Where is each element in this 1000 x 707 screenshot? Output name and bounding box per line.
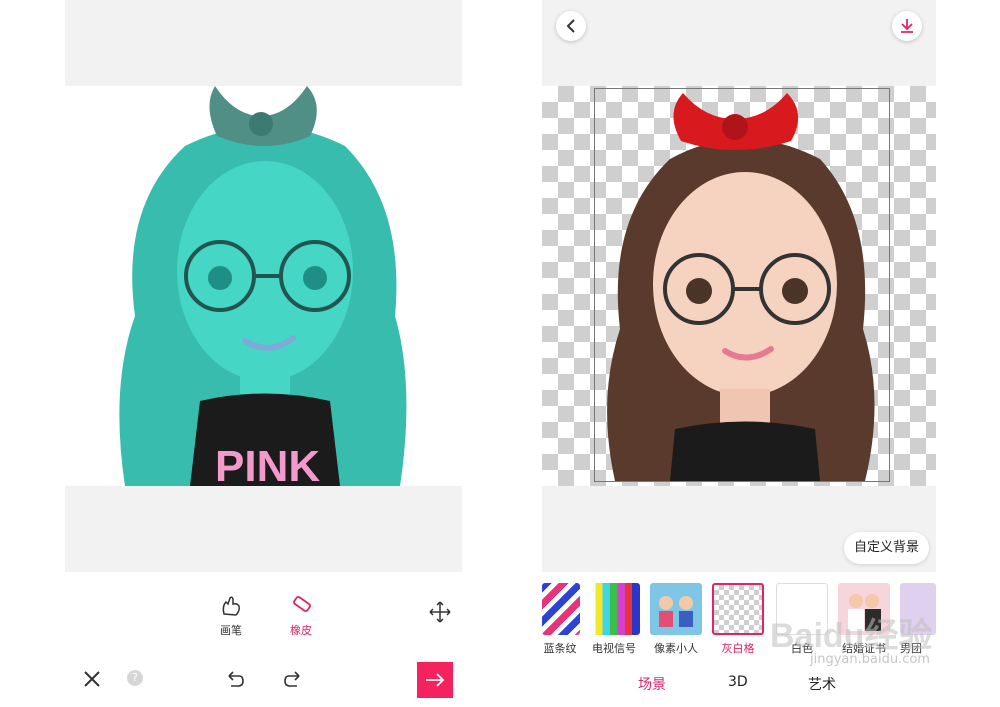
brush-tool-label: 画笔 <box>220 624 242 637</box>
bg-thumb-tv-signal[interactable] <box>588 583 640 635</box>
watermark-url: jingyan.baidu.com <box>810 652 930 667</box>
redo-button[interactable] <box>283 668 305 694</box>
bg-thumb-pixel-people[interactable] <box>650 583 702 635</box>
next-step-button[interactable] <box>417 662 453 698</box>
eraser-tool-label: 橡皮 <box>290 624 312 637</box>
tab-art[interactable]: 艺术 <box>808 674 836 694</box>
back-icon <box>566 19 575 33</box>
canvas-top-margin <box>542 0 936 86</box>
avatar-silhouette-image: PINK <box>119 86 407 491</box>
bg-label-pixel-people: 像素小人 <box>654 642 698 655</box>
watermark-brand: Baidu经验 <box>770 617 933 655</box>
eraser-editor-panel: PINK 画笔 橡皮 ? <box>65 0 462 707</box>
next-arrow-icon <box>426 673 445 687</box>
undo-button[interactable] <box>223 668 245 694</box>
eraser-icon <box>293 596 311 612</box>
svg-text:PINK: PINK <box>215 442 320 486</box>
eraser-tool-button[interactable]: 橡皮 <box>283 594 319 638</box>
tab-3d[interactable]: 3D <box>728 674 748 690</box>
canvas-bottom-margin <box>65 486 462 572</box>
bg-thumb-blue-stripes[interactable] <box>542 583 580 635</box>
help-button[interactable]: ? <box>127 670 143 686</box>
teal-avatar-canvas[interactable]: PINK <box>65 86 462 491</box>
custom-background-button[interactable]: 自定义背景 <box>844 532 930 564</box>
back-button[interactable] <box>556 11 586 41</box>
bg-label-gray-white-grid: 灰白格 <box>721 642 755 655</box>
brush-tool-button[interactable]: 画笔 <box>213 594 249 638</box>
avatar-sticker-image <box>607 93 875 481</box>
brush-icon <box>222 596 240 616</box>
close-icon <box>84 671 100 687</box>
move-tool-button[interactable] <box>428 600 452 628</box>
tab-scene[interactable]: 场景 <box>638 674 666 694</box>
close-button[interactable] <box>81 668 103 694</box>
download-button[interactable] <box>892 11 922 41</box>
redo-icon <box>284 671 300 687</box>
download-icon <box>901 19 913 33</box>
pixel-people-image <box>659 596 693 627</box>
bg-thumb-gray-white-grid[interactable] <box>712 583 764 635</box>
help-icon: ? <box>132 671 138 684</box>
sticker-selection-frame[interactable] <box>594 88 890 482</box>
canvas-top-margin <box>65 0 462 86</box>
transparent-background-canvas[interactable] <box>542 86 936 527</box>
move-icon <box>429 601 451 623</box>
bg-label-tv-signal: 电视信号 <box>592 642 636 655</box>
undo-icon <box>228 671 244 687</box>
background-editor-panel: 自定义背景 蓝条纹 电视信号 像素小人 灰白格 白色 结婚证书 男团 场景 3D… <box>542 0 936 707</box>
